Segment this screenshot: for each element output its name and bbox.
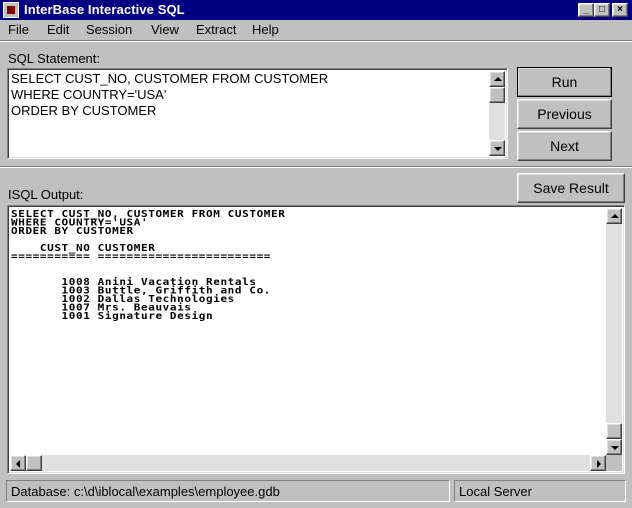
output-scroll-left-button[interactable] [10,455,26,471]
scroll-down-button[interactable] [489,140,505,156]
status-server: Local Server [454,480,626,502]
previous-button[interactable]: Previous [517,99,612,129]
output-vertical-scrollbar[interactable] [606,208,622,455]
arrow-down-icon [494,147,502,151]
menu-view[interactable]: View [151,22,179,37]
sql-statement-text: SELECT CUST_NO, CUSTOMER FROM CUSTOMER WH… [11,71,329,118]
menu-separator [0,40,632,42]
isql-output-panel[interactable]: SELECT CUST_NO, CUSTOMER FROM CUSTOMER WH… [7,205,625,474]
arrow-down-icon [611,446,619,450]
next-button[interactable]: Next [517,131,612,161]
pane-separator[interactable] [0,166,632,168]
arrow-up-icon [611,214,619,218]
menu-extract[interactable]: Extract [196,22,236,37]
menu-edit[interactable]: Edit [47,22,69,37]
sql-vertical-scrollbar[interactable] [489,71,505,156]
minimize-button[interactable]: _ [578,3,594,17]
output-scroll-thumb[interactable] [606,423,622,439]
title-bar[interactable]: InterBase Interactive SQL _ □ × [0,0,632,20]
window-title: InterBase Interactive SQL [24,2,185,17]
scroll-thumb[interactable] [489,87,505,103]
scroll-up-button[interactable] [489,71,505,87]
arrow-up-icon [494,77,502,81]
maximize-button[interactable]: □ [594,3,610,17]
menu-bar: File Edit Session View Extract Help [0,20,632,40]
menu-help[interactable]: Help [252,22,279,37]
run-button[interactable]: Run [517,67,612,97]
output-scroll-right-button[interactable] [590,455,606,471]
close-button[interactable]: × [612,3,628,17]
save-result-button[interactable]: Save Result [517,173,625,203]
app-icon[interactable] [3,2,19,18]
sql-statement-editor[interactable]: SELECT CUST_NO, CUSTOMER FROM CUSTOMER WH… [7,68,508,159]
sql-statement-label: SQL Statement: [8,51,101,66]
isql-output-label: ISQL Output: [8,187,84,202]
menu-file[interactable]: File [8,22,29,37]
status-database-text: Database: c:\d\iblocal\examples\employee… [11,484,280,499]
isql-output-text: SELECT CUST_NO, CUSTOMER FROM CUSTOMER WH… [11,208,286,322]
scroll-corner [606,455,622,471]
status-database: Database: c:\d\iblocal\examples\employee… [6,480,450,502]
output-scroll-up-button[interactable] [606,208,622,224]
arrow-left-icon [16,460,20,468]
output-scroll-down-button[interactable] [606,439,622,455]
arrow-right-icon [597,460,601,468]
output-horizontal-scrollbar[interactable] [10,455,606,471]
output-hscroll-thumb[interactable] [26,455,42,471]
status-server-text: Local Server [459,484,532,499]
menu-session[interactable]: Session [86,22,132,37]
